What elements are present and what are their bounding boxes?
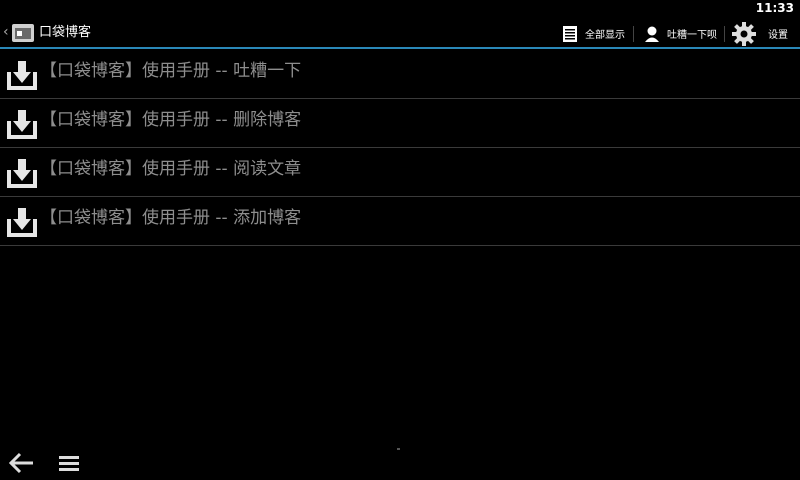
status-clock: 11:33 xyxy=(755,1,794,15)
feedback-button[interactable]: 吐糟一下呗 xyxy=(644,18,717,49)
blog-list: 【口袋博客】使用手册 -- 吐糟一下 【口袋博客】使用手册 -- 删除博客 【口… xyxy=(0,50,800,246)
list-item-title: 【口袋博客】使用手册 -- 阅读文章 xyxy=(40,159,302,179)
action-divider xyxy=(724,26,725,42)
show-all-label: 全部显示 xyxy=(585,30,625,41)
list-item-title: 【口袋博客】使用手册 -- 吐糟一下 xyxy=(40,61,302,81)
action-divider xyxy=(633,26,634,42)
list-item[interactable]: 【口袋博客】使用手册 -- 吐糟一下 xyxy=(0,50,800,99)
app-logo-icon xyxy=(12,24,34,42)
up-chevron-icon: ‹ xyxy=(3,24,9,40)
download-icon xyxy=(7,159,37,188)
back-arrow-icon[interactable] xyxy=(9,452,35,474)
person-icon xyxy=(645,26,659,42)
gear-icon xyxy=(732,21,756,46)
settings-button[interactable]: 设置 xyxy=(731,18,788,49)
list-item-title: 【口袋博客】使用手册 -- 添加博客 xyxy=(40,208,302,228)
menu-icon[interactable] xyxy=(57,453,81,473)
download-icon xyxy=(7,61,37,90)
show-all-button[interactable]: 全部显示 xyxy=(562,18,625,49)
action-bar: ‹ 口袋博客 全部显示 吐糟一下呗 设置 xyxy=(0,18,800,49)
list-item-title: 【口袋博客】使用手册 -- 删除博客 xyxy=(40,110,302,130)
settings-label: 设置 xyxy=(768,30,788,41)
download-icon xyxy=(7,208,37,237)
feedback-label: 吐糟一下呗 xyxy=(667,30,717,41)
app-title: 口袋博客 xyxy=(39,25,92,40)
download-icon xyxy=(7,110,37,139)
nav-indicator xyxy=(397,448,400,450)
list-icon xyxy=(563,25,577,42)
list-item[interactable]: 【口袋博客】使用手册 -- 阅读文章 xyxy=(0,148,800,197)
list-item[interactable]: 【口袋博客】使用手册 -- 删除博客 xyxy=(0,99,800,148)
list-item[interactable]: 【口袋博客】使用手册 -- 添加博客 xyxy=(0,197,800,246)
navigation-bar xyxy=(0,446,800,480)
status-bar: 11:33 xyxy=(0,0,800,18)
